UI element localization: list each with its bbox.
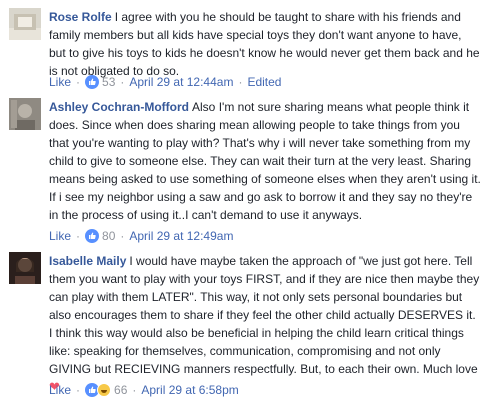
author-name[interactable]: Ashley Cochran-Mofford bbox=[49, 100, 189, 114]
reaction-count[interactable]: 66 bbox=[114, 382, 127, 398]
timestamp-link[interactable]: April 29 at 6:58pm bbox=[141, 382, 238, 398]
meta-separator: · bbox=[132, 383, 137, 397]
haha-reaction-icon[interactable] bbox=[97, 383, 112, 397]
comment-body: Isabelle Maily I would have maybe taken t… bbox=[49, 252, 481, 396]
like-link[interactable]: Like bbox=[49, 382, 71, 398]
meta-separator: · bbox=[76, 383, 81, 397]
timestamp-link[interactable]: April 29 at 12:49am bbox=[129, 228, 233, 244]
reaction-count[interactable]: 53 bbox=[102, 74, 115, 90]
edited-link[interactable]: Edited bbox=[247, 74, 281, 90]
meta-separator: · bbox=[120, 229, 125, 243]
comment: Rose Rolfe I agree with you he should be … bbox=[0, 8, 487, 94]
avatar[interactable] bbox=[9, 252, 41, 284]
like-reaction-icon[interactable] bbox=[85, 229, 100, 243]
like-link[interactable]: Like bbox=[49, 228, 71, 244]
comment-meta: Like · 66 · April 29 at 6:58pm bbox=[49, 382, 481, 398]
comment: Isabelle Maily I would have maybe taken t… bbox=[0, 252, 487, 398]
comment-body: Rose Rolfe I agree with you he should be … bbox=[49, 8, 481, 80]
author-name[interactable]: Rose Rolfe bbox=[49, 10, 112, 24]
author-name[interactable]: Isabelle Maily bbox=[49, 254, 126, 268]
meta-separator: · bbox=[120, 75, 125, 89]
like-link[interactable]: Like bbox=[49, 74, 71, 90]
avatar[interactable] bbox=[9, 8, 41, 40]
comment-text: I would have maybe taken the approach of… bbox=[49, 254, 480, 376]
comment-meta: Like · 53 · April 29 at 12:44am · Edited bbox=[49, 74, 481, 90]
comment: Ashley Cochran-Mofford Also I'm not sure … bbox=[0, 98, 487, 243]
comment-body: Ashley Cochran-Mofford Also I'm not sure … bbox=[49, 98, 481, 224]
timestamp-link[interactable]: April 29 at 12:44am bbox=[129, 74, 233, 90]
comment-text: Also I'm not sure sharing means what peo… bbox=[49, 100, 481, 222]
avatar[interactable] bbox=[9, 98, 41, 130]
like-reaction-icon[interactable] bbox=[85, 75, 100, 89]
meta-separator: · bbox=[238, 75, 243, 89]
reaction-count[interactable]: 80 bbox=[102, 228, 115, 244]
comment-text: I agree with you he should be taught to … bbox=[49, 10, 480, 78]
meta-separator: · bbox=[76, 229, 81, 243]
comment-meta: Like · 80 · April 29 at 12:49am bbox=[49, 228, 481, 244]
meta-separator: · bbox=[76, 75, 81, 89]
